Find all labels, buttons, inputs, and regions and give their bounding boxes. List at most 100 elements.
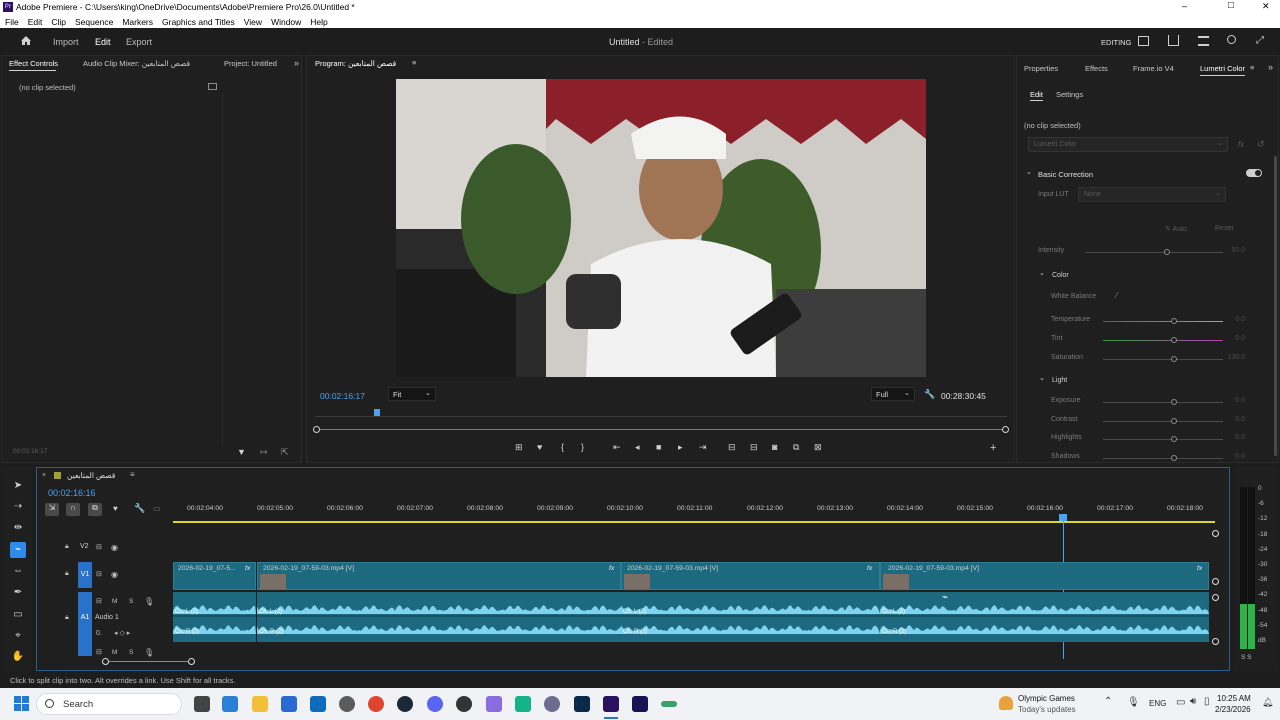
video-clip[interactable]: 2026-02-19_07-5... fx <box>173 562 256 590</box>
quality-dropdown[interactable]: Full ⌄ <box>871 387 915 401</box>
comparison-view-icon[interactable]: ⧉ <box>793 442 799 453</box>
toggle-sync-icon[interactable]: ⊟ <box>96 597 102 605</box>
lumetri-menu-icon[interactable]: ≡ <box>1250 63 1254 72</box>
discord-icon[interactable] <box>427 696 443 712</box>
scroll-handle[interactable] <box>1212 638 1219 645</box>
chevron-down-icon[interactable]: ⌄ <box>1026 168 1032 176</box>
tab-project[interactable]: Project: Untitled <box>224 59 277 68</box>
saturation-row[interactable]: Saturation 100.0 <box>1051 354 1245 364</box>
eyedropper-icon[interactable]: ⁄ <box>1116 291 1117 300</box>
app-icon[interactable] <box>544 696 560 712</box>
maximize-button[interactable]: □ <box>1228 0 1234 11</box>
solo-button[interactable]: S <box>129 598 133 605</box>
basic-correction-heading[interactable]: Basic Correction <box>1038 170 1093 179</box>
eye-icon[interactable]: ◉ <box>111 543 118 552</box>
network-icon[interactable]: ▭ <box>1176 697 1185 708</box>
shadows-row[interactable]: Shadows 0.0 <box>1051 453 1245 463</box>
menu-item[interactable]: View <box>244 17 262 27</box>
steam-icon[interactable] <box>397 696 413 712</box>
store-icon[interactable] <box>281 696 297 712</box>
audio-clip[interactable]: Ch. L (2) Ch. R (2) <box>880 592 1209 642</box>
fx-icon[interactable]: fx <box>1238 140 1244 149</box>
panel-layout-icon[interactable] <box>1138 36 1149 46</box>
fullscreen-icon[interactable]: ⤢ <box>1256 35 1264 46</box>
tab-program[interactable]: Program: قصص المتابعين <box>315 59 396 68</box>
reset-icon[interactable]: ↺ <box>1257 139 1265 150</box>
premiere-icon[interactable] <box>603 696 619 712</box>
scroll-handle[interactable] <box>1212 578 1219 585</box>
step-back-icon[interactable]: ◂ <box>635 442 640 453</box>
timeline-zoom-scrollbar[interactable] <box>102 658 195 665</box>
microphone-icon[interactable]: 🎙︎ <box>144 597 154 606</box>
track-v1-label[interactable]: V1 <box>78 562 92 588</box>
language-indicator[interactable]: ENG <box>1149 699 1166 708</box>
widgets-icon[interactable] <box>222 696 238 712</box>
chrome-icon[interactable] <box>368 696 384 712</box>
wrench-icon[interactable]: 🔧 <box>924 389 935 400</box>
track-v2-label[interactable]: V2 <box>80 543 89 550</box>
task-view-icon[interactable] <box>194 696 210 712</box>
mute-button[interactable]: M <box>112 598 117 605</box>
selection-tool-icon[interactable]: ➤ <box>10 478 26 494</box>
video-clip[interactable]: 2026-02-19_07-59-03.mp4 [V] fx <box>880 562 1209 590</box>
razor-tool-icon[interactable]: ⌁ <box>10 542 26 558</box>
go-to-out-icon[interactable]: ⇥ <box>699 442 707 453</box>
tab-effects[interactable]: Effects <box>1085 64 1108 73</box>
menu-item[interactable]: Sequence <box>75 17 113 27</box>
home-icon[interactable] <box>20 35 32 46</box>
add-marker-icon[interactable]: ♥ <box>113 504 118 513</box>
rectangle-tool-icon[interactable]: ▭ <box>10 607 26 623</box>
scroll-handle[interactable] <box>1212 530 1219 537</box>
tab-import[interactable]: Import <box>53 37 79 47</box>
light-heading[interactable]: Light <box>1052 377 1067 384</box>
mark-out-icon[interactable]: } <box>581 442 584 452</box>
panel-more-icon[interactable]: » <box>1268 62 1273 72</box>
close-button[interactable]: ✕ <box>1262 1 1270 12</box>
go-to-in-icon[interactable]: ⇤ <box>613 442 621 453</box>
play-audio-icon[interactable]: ↦ <box>260 447 268 458</box>
toggle-sync-icon[interactable]: ⊟ <box>96 570 102 578</box>
input-lut-dropdown[interactable]: None ⌄ <box>1078 187 1226 202</box>
obs-icon[interactable] <box>456 696 472 712</box>
share-icon[interactable] <box>1168 35 1179 46</box>
export-icon[interactable]: ⇱ <box>281 447 289 458</box>
lift-icon[interactable]: ⊟ <box>728 442 736 453</box>
pen-tool-icon[interactable]: ✒ <box>10 585 26 601</box>
settings-wrench-icon[interactable]: 🔧 <box>134 503 145 514</box>
audio-clip[interactable]: Ch. L (2) Ch. R (2) <box>257 592 621 642</box>
outlook-icon[interactable] <box>310 696 326 712</box>
snap-icon[interactable]: ∩ <box>66 503 80 516</box>
notes-icon[interactable] <box>1198 36 1209 46</box>
intensity-row[interactable]: Intensity 50.0 <box>1038 247 1245 257</box>
basic-correction-toggle[interactable] <box>1246 169 1262 177</box>
zoom-scrollbar[interactable] <box>313 426 1009 433</box>
program-timecode[interactable]: 00:02:16:17 <box>320 391 365 401</box>
chevron-down-icon[interactable]: ⌄ <box>1039 269 1045 277</box>
menu-item[interactable]: Window <box>271 17 301 27</box>
clock-time[interactable]: 10:25 AM <box>1217 694 1251 703</box>
weather-icon[interactable] <box>999 696 1013 710</box>
battery-icon[interactable]: ▯ <box>1204 696 1210 707</box>
solo-button[interactable]: S <box>129 649 133 656</box>
filter-icon[interactable]: ▼ <box>237 447 246 457</box>
track-volume[interactable]: 0. <box>96 630 102 637</box>
menu-item[interactable]: Edit <box>28 17 43 27</box>
menu-item[interactable]: File <box>5 17 19 27</box>
chat-app-icon[interactable] <box>515 696 531 712</box>
lock-icon[interactable]: 🔒︎ <box>65 614 69 622</box>
tab-properties[interactable]: Properties <box>1024 64 1058 73</box>
tab-export[interactable]: Export <box>126 37 152 47</box>
lumetri-scrollbar[interactable] <box>1274 156 1277 456</box>
sequence-menu-icon[interactable]: ≡ <box>130 470 135 479</box>
exposure-row[interactable]: Exposure 0.0 <box>1051 397 1245 407</box>
subtab-edit[interactable]: Edit <box>1030 90 1043 99</box>
meter-solo-labels[interactable]: S S <box>1241 654 1251 661</box>
track-select-tool-icon[interactable]: ⇢ <box>10 499 26 515</box>
menu-item[interactable]: Help <box>310 17 327 27</box>
track-a1-label[interactable]: A1 <box>78 592 92 656</box>
news-title[interactable]: Olympic Games <box>1018 694 1075 703</box>
auto-button[interactable]: ✎ Auto <box>1165 225 1187 233</box>
temperature-row[interactable]: Temperature 0.0 <box>1051 316 1245 326</box>
hand-tool-icon[interactable]: ✋ <box>10 649 26 665</box>
program-menu-icon[interactable]: ≡ <box>412 58 416 67</box>
